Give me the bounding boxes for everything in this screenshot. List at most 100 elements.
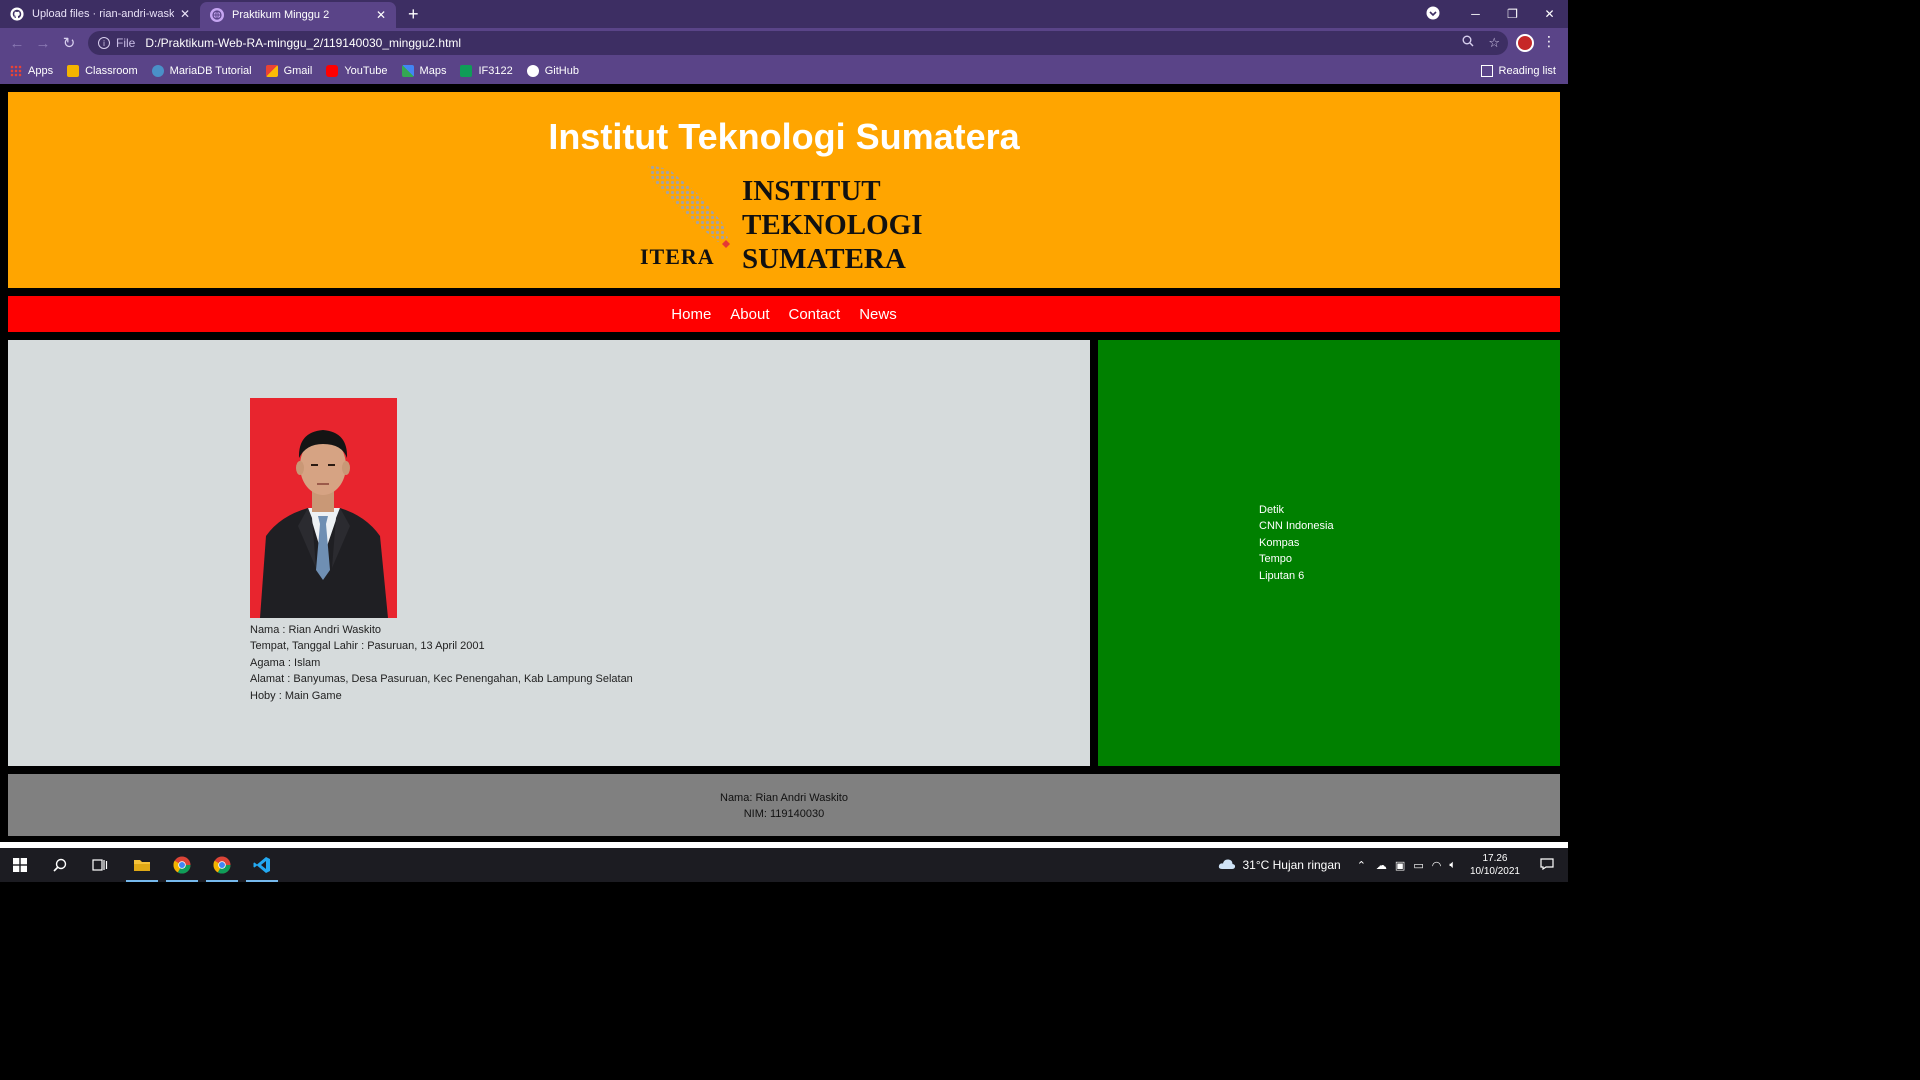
taskbar: 31°C Hujan ringan ⌃ ☁ ▣ ▭ ◠ 🔈︎ 17.26 10/… xyxy=(0,848,1568,882)
sumatra-dots-icon xyxy=(648,164,730,248)
logo-line-3: SUMATERA xyxy=(742,243,906,275)
mariadb-icon xyxy=(151,65,164,77)
volume-icon[interactable]: 🔈︎ xyxy=(1449,859,1456,872)
nav-home[interactable]: Home xyxy=(671,306,711,323)
github-icon xyxy=(526,65,539,77)
battery-icon[interactable]: ▭ xyxy=(1413,859,1423,872)
reading-list-button[interactable]: Reading list xyxy=(1480,58,1556,84)
footer-nim: NIM: 119140030 xyxy=(743,808,825,820)
bookmark-label: YouTube xyxy=(344,65,388,77)
wifi-icon[interactable]: ◠ xyxy=(1432,859,1442,872)
bookmark-label: IF3122 xyxy=(478,65,513,77)
news-link-cnn[interactable]: CNN Indonesia xyxy=(1259,518,1334,534)
bookmark-mariadb[interactable]: MariaDB Tutorial xyxy=(151,65,252,77)
bookmark-label: Apps xyxy=(28,65,54,77)
logo-line-1: INSTITUT xyxy=(742,175,881,207)
tab-praktikum[interactable]: Praktikum Minggu 2 ✕ xyxy=(200,2,396,28)
bio-list: Nama : Rian Andri Waskito Tempat, Tangga… xyxy=(250,622,633,704)
bookmark-classroom[interactable]: Classroom xyxy=(67,65,138,77)
toolbar: ← → ↻ i File D:/Praktikum-Web-RA-minggu_… xyxy=(0,28,1568,58)
bookmark-if3122[interactable]: IF3122 xyxy=(460,65,513,77)
bookmark-github[interactable]: GitHub xyxy=(526,65,579,77)
youtube-icon xyxy=(326,65,339,77)
profile-avatar[interactable] xyxy=(1516,34,1534,52)
nav-about[interactable]: About xyxy=(730,306,769,323)
close-icon[interactable]: ✕ xyxy=(376,8,386,22)
bookmark-label: Classroom xyxy=(85,65,138,77)
device-icon[interactable]: ▣ xyxy=(1395,859,1405,872)
itera-logo: INSTITUT TEKNOLOGI SUMATERA ITERA xyxy=(640,160,940,275)
page-viewport: Institut Teknologi Sumatera INSTITUT TEK… xyxy=(0,84,1568,848)
bookmark-gmail[interactable]: Gmail xyxy=(265,65,313,77)
sheet-icon xyxy=(460,65,473,77)
site-header: Institut Teknologi Sumatera INSTITUT TEK… xyxy=(8,92,1560,288)
chrome-icon[interactable] xyxy=(162,848,202,882)
news-link-tempo[interactable]: Tempo xyxy=(1259,551,1334,567)
globe-icon xyxy=(210,8,224,22)
bookmarks-bar: Apps Classroom MariaDB Tutorial Gmail Yo… xyxy=(0,58,1568,84)
clock-time: 17.26 xyxy=(1482,853,1508,864)
task-view-icon[interactable] xyxy=(80,848,120,882)
bio-nama: Nama : Rian Andri Waskito xyxy=(250,624,382,636)
tab-title: Praktikum Minggu 2 xyxy=(232,9,330,21)
forward-icon[interactable]: → xyxy=(30,35,56,52)
bookmark-label: Gmail xyxy=(283,65,313,77)
profile-photo xyxy=(250,398,397,618)
logo-itera: ITERA xyxy=(640,244,715,269)
info-icon[interactable]: i xyxy=(98,37,110,49)
news-link-liputan6[interactable]: Liputan 6 xyxy=(1259,568,1334,584)
main-nav: Home About Contact News xyxy=(8,296,1560,332)
windows-start-icon[interactable] xyxy=(0,848,40,882)
gmail-icon xyxy=(265,65,278,77)
bookmark-youtube[interactable]: YouTube xyxy=(326,65,388,77)
new-tab-button[interactable]: + xyxy=(396,0,431,28)
bio-ttl: Tempat, Tanggal Lahir : Pasuruan, 13 Apr… xyxy=(250,640,485,653)
bookmark-maps[interactable]: Maps xyxy=(401,65,446,77)
reading-list-icon xyxy=(1480,65,1493,77)
bookmark-apps[interactable]: Apps xyxy=(10,65,53,77)
nav-news[interactable]: News xyxy=(859,306,897,323)
address-bar[interactable]: i File D:/Praktikum-Web-RA-minggu_2/1191… xyxy=(88,31,1508,55)
chevron-up-icon[interactable]: ⌃ xyxy=(1357,859,1366,872)
clock[interactable]: 17.26 10/10/2021 xyxy=(1470,852,1520,878)
zoom-icon[interactable] xyxy=(1462,35,1474,51)
logo-line-2: TEKNOLOGI xyxy=(742,209,923,241)
bio-agama: Agama : Islam xyxy=(250,656,321,669)
tab-title: Upload files · rian-andri-waskito xyxy=(32,8,174,20)
onedrive-icon[interactable]: ☁ xyxy=(1376,859,1387,872)
notification-icon[interactable] xyxy=(1540,857,1554,873)
tab-search-icon[interactable] xyxy=(1409,6,1457,23)
tab-strip: Upload files · rian-andri-waskito ✕ Prak… xyxy=(0,0,1568,28)
maps-icon xyxy=(401,65,414,77)
minimize-icon[interactable]: ─ xyxy=(1457,7,1494,21)
restore-icon[interactable]: ❐ xyxy=(1494,7,1531,21)
logo-wordmark: INSTITUT TEKNOLOGI SUMATERA xyxy=(742,174,923,276)
site-footer: Nama: Rian Andri Waskito NIM: 119140030 xyxy=(8,774,1560,836)
reload-icon[interactable]: ↻ xyxy=(56,34,82,52)
news-link-kompas[interactable]: Kompas xyxy=(1259,535,1334,551)
file-explorer-icon[interactable] xyxy=(122,848,162,882)
weather-text[interactable]: 31°C Hujan ringan xyxy=(1242,858,1340,872)
weather-icon xyxy=(1218,858,1236,873)
bookmark-star-icon[interactable]: ☆ xyxy=(1488,35,1500,51)
search-icon[interactable] xyxy=(40,848,80,882)
bio-alamat: Alamat : Banyumas, Desa Pasuruan, Kec Pe… xyxy=(250,673,633,686)
menu-icon[interactable]: ⋮ xyxy=(1542,33,1556,50)
nav-contact[interactable]: Contact xyxy=(789,306,841,323)
bookmark-label: GitHub xyxy=(544,65,579,77)
address-scheme: File xyxy=(116,36,136,50)
close-icon[interactable]: ✕ xyxy=(180,7,190,21)
address-url: D:/Praktikum-Web-RA-minggu_2/119140030_m… xyxy=(145,36,462,50)
news-link-detik[interactable]: Detik xyxy=(1259,502,1334,518)
tab-upload-files[interactable]: Upload files · rian-andri-waskito ✕ xyxy=(0,0,200,28)
apps-grid-icon xyxy=(10,65,22,77)
close-window-icon[interactable]: ✕ xyxy=(1531,7,1568,21)
news-sidebar: Detik CNN Indonesia Kompas Tempo Liputan… xyxy=(1098,340,1560,766)
back-icon[interactable]: ← xyxy=(4,35,30,52)
chrome-profile-icon[interactable] xyxy=(202,848,242,882)
vscode-icon[interactable] xyxy=(242,848,282,882)
news-list: Detik CNN Indonesia Kompas Tempo Liputan… xyxy=(1259,502,1334,584)
bio-hoby: Hoby : Main Game xyxy=(250,689,342,702)
page-title: Institut Teknologi Sumatera xyxy=(548,116,1020,157)
footer-nama: Nama: Rian Andri Waskito xyxy=(720,792,848,804)
